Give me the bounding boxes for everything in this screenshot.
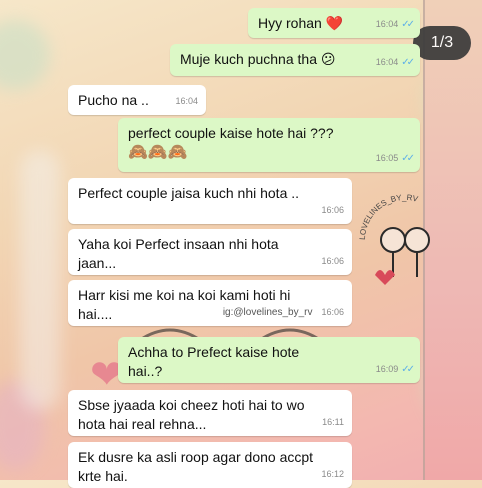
message-meta: 16:06 [321,252,344,271]
message-text: Yaha koi Perfect insaan nhi hota jaan... [78,236,279,271]
couple-sticker-icon: LOVELINES_BY_RV [358,193,430,285]
message-meta: ig:@lovelines_by_rv 16:06 [217,303,344,322]
message-meta: 16:04 ✓✓ [375,15,415,34]
message-bubble-outgoing[interactable]: Muje kuch puchna tha 😕 16:04 ✓✓ [170,44,420,76]
message-bubble-incoming[interactable]: Sbse jyaada koi cheez hoti hai to wo hot… [68,390,352,436]
watermark-label: ig:@lovelines_by_rv [222,307,313,318]
monkey-emoji-icon: 🙈🙈🙈 [128,144,188,161]
message-text: Pucho na .. [78,92,149,108]
message-time: 16:06 [321,256,344,266]
message-text: Achha to Prefect kaise hote hai..? [128,344,300,379]
message-bubble-incoming[interactable]: Ek dusre ka asli roop agar dono accpt kr… [68,442,352,488]
message-bubble-incoming[interactable]: Perfect couple jaisa kuch nhi hota .. 16… [68,178,352,224]
message-bubble-outgoing[interactable]: perfect couple kaise hote hai ??? 🙈🙈🙈 16… [118,118,420,172]
pager-label: 1/3 [430,34,454,51]
heart-emoji-icon: ❤️ [325,15,344,31]
read-ticks-icon: ✓✓ [401,19,415,30]
confused-emoji-icon: 😕 [320,51,336,67]
message-meta: 16:12 [321,465,344,484]
message-meta: 16:06 [321,201,344,220]
message-bubble-incoming[interactable]: Yaha koi Perfect insaan nhi hota jaan...… [68,229,352,275]
message-time: 16:04 [375,57,399,67]
message-text: perfect couple kaise hote hai ??? [128,125,334,141]
message-meta: 16:11 [322,413,344,432]
wallpaper-blob [20,150,60,410]
message-bubble-outgoing[interactable]: Achha to Prefect kaise hote hai..? 16:09… [118,337,420,383]
read-ticks-icon: ✓✓ [401,364,415,375]
message-time: 16:06 [321,307,344,317]
message-meta: 16:04 ✓✓ [375,53,415,72]
message-text: Perfect couple jaisa kuch nhi hota .. [78,185,300,201]
message-time: 16:12 [321,469,344,479]
message-bubble-incoming[interactable]: Harr kisi me koi na koi kami hoti hi hai… [68,280,352,326]
message-time: 16:09 [375,364,399,374]
message-time: 16:06 [321,205,344,215]
message-text: Hyy rohan [258,15,322,31]
message-time: 16:04 [175,96,198,106]
message-time: 16:04 [375,19,399,29]
message-meta: 16:04 [175,92,198,111]
message-time: 16:05 [375,153,399,163]
message-text: Ek dusre ka asli roop agar dono accpt kr… [78,449,314,484]
message-meta: 16:09 ✓✓ [375,360,415,379]
message-text: Sbse jyaada koi cheez hoti hai to wo hot… [78,397,305,432]
read-ticks-icon: ✓✓ [401,57,415,68]
message-bubble-incoming[interactable]: Pucho na .. 16:04 [68,85,206,115]
message-text: Muje kuch puchna tha [180,51,317,67]
message-bubble-outgoing[interactable]: Hyy rohan ❤️ 16:04 ✓✓ [248,8,420,38]
image-pager[interactable]: 1/3 [413,26,471,60]
wallpaper-blob [0,20,50,90]
message-meta: 16:05 ✓✓ [375,149,415,168]
read-ticks-icon: ✓✓ [401,153,415,164]
message-time: 16:11 [322,417,344,427]
